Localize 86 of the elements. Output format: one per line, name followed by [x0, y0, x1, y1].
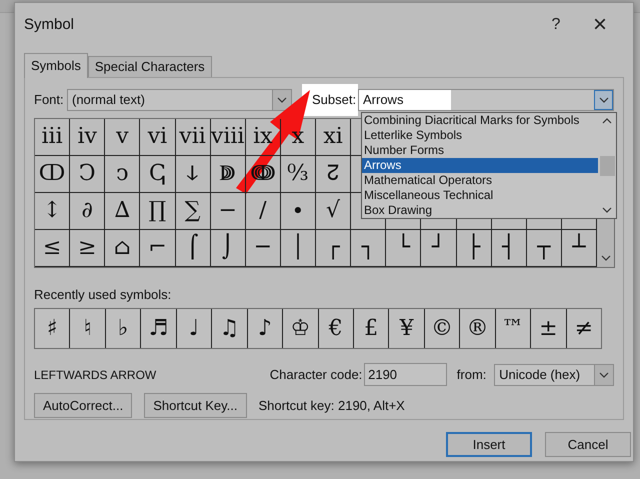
symbol-cell[interactable]: ┌ — [316, 230, 352, 267]
symbol-cell[interactable]: ┤ — [492, 230, 527, 267]
symbol-cell[interactable]: ≥ — [70, 230, 106, 267]
symbol-cell[interactable]: vi — [140, 119, 176, 156]
scroll-thumb[interactable] — [600, 156, 614, 176]
subset-option[interactable]: Miscellaneous Technical — [362, 188, 598, 203]
symbol-cell[interactable]: ↅ — [140, 156, 176, 193]
symbol-cell[interactable]: ♔ — [283, 308, 318, 348]
symbol-cell[interactable]: ⌡ — [210, 230, 246, 267]
symbol-cell[interactable]: ∑ — [176, 193, 211, 230]
subset-option[interactable]: Letterlike Symbols — [362, 128, 598, 143]
symbol-cell[interactable]: ∆ — [105, 193, 140, 230]
symbol-cell[interactable]: ♩ — [176, 308, 212, 348]
symbol-cell[interactable]: ↕ — [35, 193, 70, 230]
symbol-cell[interactable]: Ↄ — [70, 156, 106, 193]
symbol-cell[interactable]: ≤ — [35, 230, 70, 267]
symbol-cell[interactable]: ─ — [246, 230, 281, 267]
symbol-cell[interactable]: ↊ — [316, 156, 352, 193]
symbol-cell[interactable]: ™ — [496, 308, 532, 348]
symbol-cell[interactable]: iii — [35, 119, 70, 156]
symbol-cell[interactable]: ♪ — [248, 308, 284, 348]
symbol-cell[interactable]: ¥ — [389, 308, 425, 348]
close-button[interactable]: × — [576, 13, 624, 37]
symbol-cell[interactable]: ⌠ — [176, 230, 211, 267]
symbol-cell[interactable]: ∕ — [246, 193, 281, 230]
subset-option[interactable]: Box Drawing — [362, 203, 598, 218]
symbol-cell[interactable]: ⌐ — [140, 230, 176, 267]
subset-option[interactable]: Number Forms — [362, 143, 598, 158]
symbol-cell[interactable]: ♫ — [212, 308, 248, 348]
symbol-cell[interactable]: ♬ — [141, 308, 177, 348]
dialog-button[interactable]: Shortcut Key... — [144, 393, 246, 418]
symbol-cell[interactable]: ♭ — [106, 308, 142, 348]
symbol-cell[interactable]: iv — [70, 119, 106, 156]
symbol-cell[interactable]: √ — [316, 193, 352, 230]
symbol-cell[interactable]: ┘ — [421, 230, 456, 267]
symbol-cell[interactable]: ≠ — [566, 308, 601, 348]
tab[interactable]: Special Characters — [88, 56, 212, 78]
dialog-button[interactable]: AutoCorrect... — [34, 393, 132, 418]
symbol-cell[interactable]: vii — [176, 119, 211, 156]
symbol-cell[interactable]: ┬ — [526, 230, 562, 267]
symbol-cell[interactable]: € — [318, 308, 354, 348]
symbol-cell[interactable]: © — [424, 308, 460, 348]
character-code-field[interactable]: 2190 — [364, 363, 447, 386]
symbol-cell[interactable]: ↉ — [280, 156, 316, 193]
symbol-cell[interactable]: ↆ — [176, 156, 211, 193]
symbol-cell[interactable]: ↄ — [105, 156, 140, 193]
subset-dropdown-menu[interactable]: Combining Diacritical Marks for Symbols Letterlike Symbols Number Forms Arrows Mathematical Operators Miscellaneous Technical Box Drawing — [361, 112, 617, 219]
symbol-cell[interactable]: viii — [210, 119, 246, 156]
symbol-cell[interactable]: ∙ — [280, 193, 316, 230]
symbol-cell[interactable]: ∏ — [140, 193, 176, 230]
symbol-cell[interactable]: ♯ — [35, 308, 70, 348]
symbol-cell[interactable]: ├ — [456, 230, 492, 267]
symbol-cell[interactable]: ∂ — [70, 193, 106, 230]
symbol-cell[interactable]: ® — [460, 308, 496, 348]
font-label: Font: — [34, 91, 65, 110]
subset-dropdown[interactable]: Arrows — [358, 89, 614, 111]
font-dropdown[interactable]: (normal text) — [67, 89, 292, 111]
symbol-cell[interactable]: £ — [354, 308, 390, 348]
subset-option[interactable]: Mathematical Operators — [362, 173, 598, 188]
subset-option[interactable]: Arrows — [362, 158, 598, 173]
character-code-label: Character code: — [270, 366, 364, 384]
help-button[interactable]: ? — [536, 13, 576, 37]
subset-option[interactable]: Combining Diacritical Marks for Symbols — [362, 113, 598, 128]
subset-label: Subset: — [312, 91, 358, 110]
symbol-cell[interactable]: − — [210, 193, 246, 230]
scroll-up-icon — [602, 118, 612, 124]
symbol-cell[interactable]: ± — [531, 308, 567, 348]
shortcut-key-text: Shortcut key: 2190, Alt+X — [258, 396, 405, 415]
symbol-cell[interactable]: │ — [280, 230, 316, 267]
window-title: Symbol — [24, 14, 76, 35]
from-dropdown[interactable]: Unicode (hex) — [494, 364, 614, 386]
recent-symbols-label: Recently used symbols: — [34, 286, 172, 304]
symbol-cell[interactable]: ↀ — [35, 156, 70, 193]
symbol-cell[interactable]: ♮ — [70, 308, 106, 348]
dialog-button[interactable]: Insert — [446, 432, 532, 457]
tab[interactable]: Symbols — [24, 53, 88, 78]
from-label: from: — [456, 366, 488, 384]
scroll-down-icon — [600, 255, 610, 261]
symbol-cell[interactable]: xi — [316, 119, 352, 156]
symbol-cell[interactable]: v — [105, 119, 140, 156]
scroll-down-icon — [602, 207, 612, 213]
symbol-cell[interactable]: ⌂ — [105, 230, 140, 267]
character-name: LEFTWARDS ARROW — [34, 366, 158, 384]
symbol-cell[interactable]: └ — [386, 230, 422, 267]
symbol-cell[interactable]: ┐ — [351, 230, 386, 267]
dialog-button[interactable]: Cancel — [545, 432, 631, 457]
